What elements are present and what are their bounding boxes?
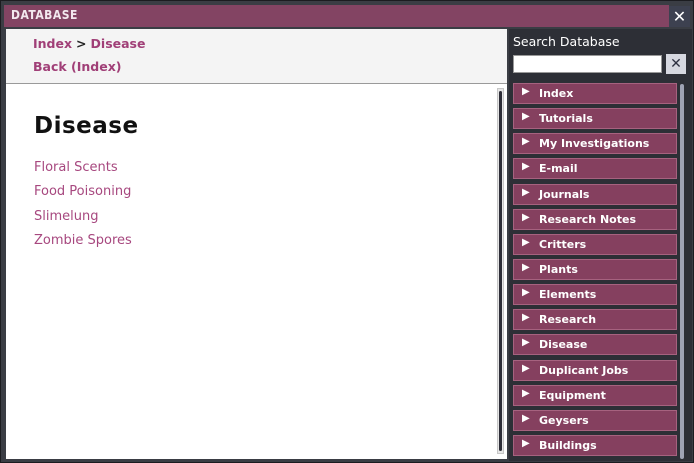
category-label: Elements xyxy=(539,288,597,302)
breadcrumb: Index > Disease xyxy=(33,36,145,51)
close-icon: ✕ xyxy=(672,7,687,26)
category-my-investigations[interactable]: ▶ My Investigations xyxy=(513,133,677,155)
category-research-notes[interactable]: ▶ Research Notes xyxy=(513,208,677,230)
category-buildings[interactable]: ▶ Buildings xyxy=(513,434,677,456)
category-list: ▶ Index ▶ Tutorials ▶ My Investigations … xyxy=(513,83,679,460)
article-scrollbar-thumb[interactable] xyxy=(499,91,502,451)
article-panel: Index > Disease Back (Index) Disease Flora… xyxy=(6,29,507,459)
category-label: Duplicant Jobs xyxy=(539,363,629,377)
expand-arrow-icon: ▶ xyxy=(522,161,530,173)
category-label: E-mail xyxy=(539,162,578,176)
category-critters[interactable]: ▶ Critters xyxy=(513,233,677,255)
category-equipment[interactable]: ▶ Equipment xyxy=(513,384,677,406)
entry-link-food-poisoning[interactable]: Food Poisoning xyxy=(34,184,132,208)
article-header: Index > Disease Back (Index) xyxy=(6,29,507,84)
category-label: Equipment xyxy=(539,388,606,402)
category-geysers[interactable]: ▶ Geysers xyxy=(513,409,677,431)
expand-arrow-icon: ▶ xyxy=(522,312,530,324)
search-label: Search Database xyxy=(513,34,620,49)
category-research[interactable]: ▶ Research xyxy=(513,309,677,331)
expand-arrow-icon: ▶ xyxy=(522,287,530,299)
category-label: Index xyxy=(539,87,574,100)
category-label: Research xyxy=(539,313,597,327)
expand-arrow-icon: ▶ xyxy=(522,412,530,424)
database-window: DATABASE ✕ Index > Disease Back (Index) Di… xyxy=(0,0,694,463)
expand-arrow-icon: ▶ xyxy=(522,186,530,198)
expand-arrow-icon: ▶ xyxy=(522,86,530,97)
page-title: Disease xyxy=(34,113,139,139)
search-panel: Search Database ✕ ▶ Index ▶ Tutorials ▶ … xyxy=(509,29,692,461)
expand-arrow-icon: ▶ xyxy=(522,261,530,273)
article-content: Disease Floral Scents Food Poisoning Sli… xyxy=(6,85,496,459)
expand-arrow-icon: ▶ xyxy=(522,111,530,123)
category-duplicant-jobs[interactable]: ▶ Duplicant Jobs xyxy=(513,359,677,381)
breadcrumb-disease[interactable]: Disease xyxy=(91,36,146,51)
expand-arrow-icon: ▶ xyxy=(522,211,530,223)
category-tutorials[interactable]: ▶ Tutorials xyxy=(513,108,677,130)
breadcrumb-separator: > xyxy=(76,36,87,51)
expand-arrow-icon: ▶ xyxy=(522,362,530,374)
entry-link-zombie-spores[interactable]: Zombie Spores xyxy=(34,233,132,257)
category-label: Geysers xyxy=(539,413,589,427)
category-label: Plants xyxy=(539,262,578,276)
entry-list: Floral Scents Food Poisoning Slimelung Z… xyxy=(34,160,132,257)
category-journals[interactable]: ▶ Journals xyxy=(513,183,677,205)
expand-arrow-icon: ▶ xyxy=(522,437,530,449)
category-label: My Investigations xyxy=(539,137,650,151)
close-icon: ✕ xyxy=(670,56,682,72)
title-bar: DATABASE xyxy=(4,5,669,27)
expand-arrow-icon: ▶ xyxy=(522,337,530,349)
back-link[interactable]: Back (Index) xyxy=(33,59,122,74)
expand-arrow-icon: ▶ xyxy=(522,387,530,399)
category-label: Journals xyxy=(539,187,590,201)
close-button[interactable]: ✕ xyxy=(669,6,690,27)
article-scrollbar[interactable] xyxy=(497,88,504,454)
category-disease[interactable]: ▶ Disease xyxy=(513,334,677,356)
category-index[interactable]: ▶ Index xyxy=(513,83,677,104)
category-label: Critters xyxy=(539,237,587,251)
entry-link-floral-scents[interactable]: Floral Scents xyxy=(34,160,132,184)
category-scrollbar[interactable] xyxy=(680,84,684,459)
category-label: Buildings xyxy=(539,438,597,452)
category-label: Disease xyxy=(539,338,588,352)
category-label: Research Notes xyxy=(539,212,636,226)
expand-arrow-icon: ▶ xyxy=(522,136,530,148)
category-elements[interactable]: ▶ Elements xyxy=(513,284,677,306)
window-title: DATABASE xyxy=(11,8,78,22)
expand-arrow-icon: ▶ xyxy=(522,236,530,248)
search-clear-button[interactable]: ✕ xyxy=(666,54,686,74)
category-email[interactable]: ▶ E-mail xyxy=(513,158,677,180)
entry-link-slimelung[interactable]: Slimelung xyxy=(34,209,132,233)
search-input[interactable] xyxy=(513,55,662,73)
category-plants[interactable]: ▶ Plants xyxy=(513,258,677,280)
breadcrumb-index[interactable]: Index xyxy=(33,36,72,51)
category-label: Tutorials xyxy=(539,112,593,126)
